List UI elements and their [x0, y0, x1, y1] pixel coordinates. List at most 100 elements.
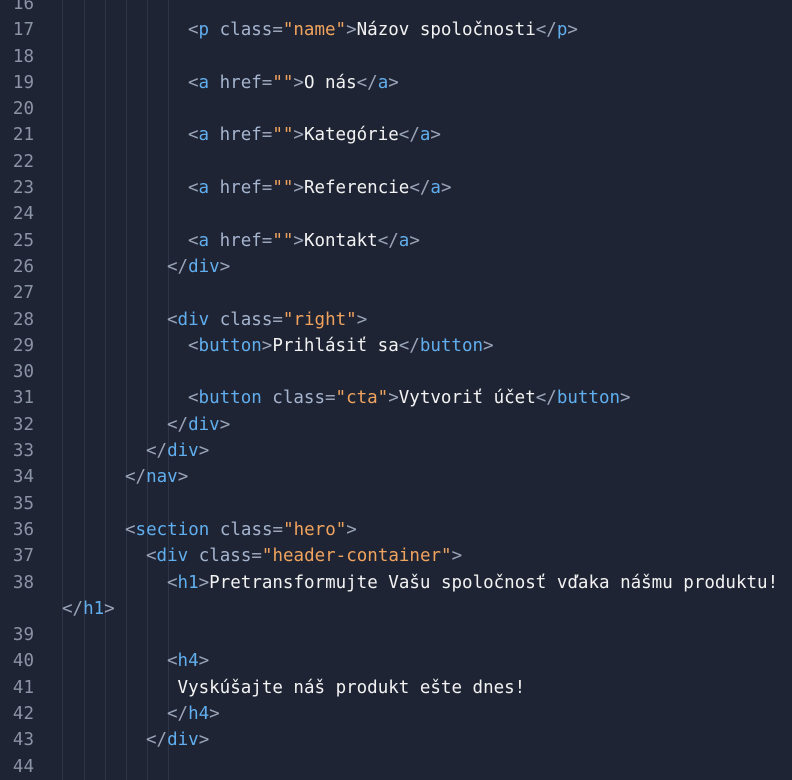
line-number: 44 [12, 756, 34, 777]
code-line[interactable]: 38 <h1>Pretransformujte Vašu spoločnosť v… [0, 569, 792, 623]
code-text: <a href="">O nás</a> [62, 70, 792, 96]
indent-guide [62, 490, 63, 517]
code-token: a [198, 230, 210, 251]
code-line[interactable]: 41 Vyskúšajte náš produkt ešte dnes! [0, 674, 792, 702]
code-line[interactable]: 18 [0, 43, 792, 70]
line-number: 40 [12, 651, 34, 672]
code-text: <div class="right"> [62, 307, 792, 333]
indent-guide [168, 280, 169, 307]
code-token: = [272, 519, 284, 540]
code-token: > [198, 572, 210, 593]
code-text: <p class="name">Názov spoločnosti</p> [62, 17, 792, 43]
code-editor[interactable]: 16 17 <p class="name">Názov spoločnosti</p… [0, 0, 792, 780]
code-line[interactable]: 35 [0, 490, 792, 517]
code-token: > [346, 519, 357, 540]
code-token: nav [146, 467, 178, 488]
code-token: class [209, 519, 273, 540]
code-line[interactable]: 30 [0, 359, 792, 386]
code-line[interactable]: 22 [0, 148, 792, 176]
code-token: < [125, 519, 136, 540]
code-token: Vyskúšajte náš produkt ešte dnes! [167, 677, 526, 698]
code-token: > [209, 704, 220, 725]
code-token: < [167, 572, 178, 593]
code-token: a [419, 125, 431, 146]
code-token: > [198, 730, 210, 751]
code-token: Vytvoriť účet [398, 388, 536, 409]
code-text: </div> [62, 412, 792, 438]
indent-guide [84, 280, 85, 307]
code-token: div [177, 309, 210, 330]
code-line[interactable]: 37 <div class="header-container"> [0, 543, 792, 570]
line-number: 35 [12, 493, 34, 514]
code-line[interactable]: 34 </nav> [0, 464, 792, 491]
code-line[interactable]: 25 <a href="">Kontakt</a> [0, 227, 792, 254]
indent-guide [126, 148, 127, 176]
indent-guide [168, 201, 169, 228]
indent-guide [147, 359, 148, 386]
code-line[interactable]: 19 <a href="">O nás</a> [0, 69, 792, 97]
code-line[interactable]: 21 <a href="">Kategórie</a> [0, 122, 792, 149]
code-line[interactable]: 20 [0, 96, 792, 123]
code-line[interactable]: 28 <div class="right"> [0, 306, 792, 333]
code-token: < [188, 388, 199, 409]
code-line[interactable]: 40 <h4> [0, 648, 792, 675]
code-line[interactable]: 17 <p class="name">Názov spoločnosti</p> [0, 17, 792, 44]
indent-guide [126, 96, 127, 123]
code-line[interactable]: 24 [0, 201, 792, 228]
code-line[interactable]: 16 [0, 0, 792, 18]
indent-guide [105, 753, 106, 780]
indent-guide [84, 622, 85, 649]
indent-guide [84, 0, 85, 18]
line-number: 24 [12, 204, 34, 225]
code-token: "cta" [335, 388, 389, 409]
code-token: > [388, 72, 399, 93]
code-line[interactable]: 26 </div> [0, 253, 792, 281]
code-token: > [620, 388, 631, 409]
code-token: < [167, 309, 178, 330]
code-line[interactable]: 36 <section class="hero"> [0, 516, 792, 544]
code-line[interactable]: 43 </div> [0, 727, 792, 754]
line-number: 20 [12, 99, 34, 120]
code-token: > [104, 598, 115, 619]
indent-guide [147, 201, 148, 228]
code-token: = [261, 125, 273, 146]
code-line[interactable]: 29 <button>Prihlásiť sa</button> [0, 332, 792, 360]
indent-guide [62, 96, 63, 123]
code-text: <a href="">Referencie</a> [62, 175, 792, 201]
code-token: = [324, 388, 336, 409]
line-number: 27 [12, 283, 34, 304]
indent-guide [168, 622, 169, 649]
indent-guide [62, 0, 63, 18]
indent-guide [105, 359, 106, 386]
indent-guide [147, 280, 148, 307]
line-number: 33 [12, 441, 34, 462]
code-text: </h4> [62, 701, 792, 727]
code-text: <h4> [62, 648, 792, 674]
indent-guide [84, 96, 85, 123]
code-line[interactable]: 44 [0, 753, 792, 780]
code-line[interactable]: 39 [0, 622, 792, 649]
code-token: </ [398, 125, 420, 146]
code-token: section [135, 519, 210, 540]
code-line[interactable]: 31 <button class="cta">Vytvoriť účet</but… [0, 385, 792, 412]
code-token: h4 [177, 651, 199, 672]
code-token: href [209, 178, 262, 199]
code-text: <a href="">Kategórie</a> [62, 122, 792, 148]
code-token: > [356, 309, 368, 330]
code-line[interactable]: 33 </div> [0, 438, 792, 465]
code-line[interactable]: 27 [0, 280, 792, 307]
code-token: </ [377, 230, 399, 251]
code-text: <h1>Pretransformujte Vašu spoločnosť vďa… [62, 570, 792, 596]
code-token: > [346, 20, 357, 41]
indent-guide [126, 280, 127, 307]
code-line[interactable]: 42 </h4> [0, 701, 792, 728]
indent-guide [147, 148, 148, 176]
code-token: button [556, 388, 621, 409]
code-token: button [198, 388, 262, 409]
code-line[interactable]: 32 </div> [0, 411, 792, 439]
indent-guide [84, 753, 85, 780]
indent-guide [126, 490, 127, 517]
indent-guide [168, 43, 169, 70]
code-line[interactable]: 23 <a href="">Referencie</a> [0, 175, 792, 202]
indent-guide [62, 622, 63, 649]
